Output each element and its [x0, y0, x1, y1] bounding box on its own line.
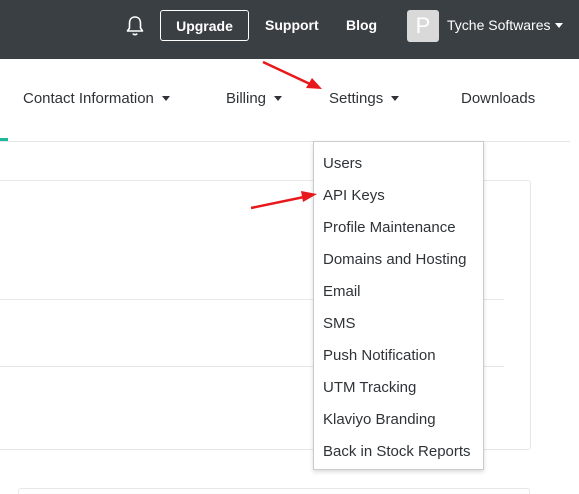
arrow-to-settings-icon [262, 60, 322, 89]
annotation-arrows [250, 60, 322, 210]
arrow-to-api-keys-icon [250, 191, 317, 210]
